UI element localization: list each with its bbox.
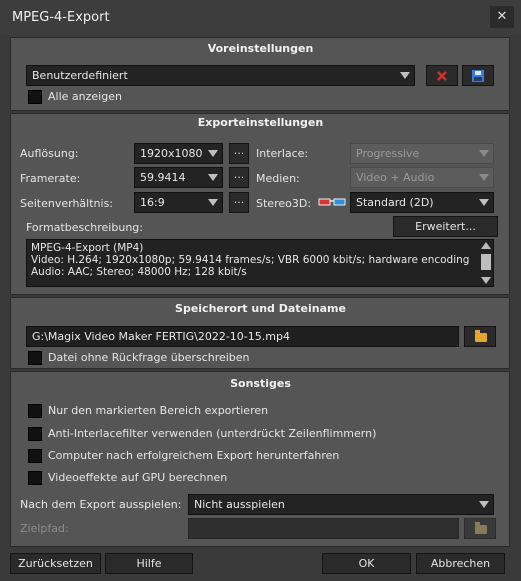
scroll-thumb[interactable] — [481, 254, 491, 270]
stereo-dropdown[interactable]: Standard (2D) — [350, 192, 494, 213]
option-label: Nur den markierten Bereich exportieren — [48, 404, 269, 417]
media-label: Medien: — [256, 172, 300, 185]
chevron-down-icon — [475, 168, 493, 187]
option-checkbox[interactable] — [28, 404, 42, 418]
scroll-up-icon[interactable] — [481, 242, 491, 249]
stereo-value: Standard (2D) — [356, 196, 434, 209]
format-line: Video: H.264; 1920x1080p; 59.9414 frames… — [31, 254, 470, 266]
interlace-value: Progressive — [356, 147, 420, 160]
option-checkbox[interactable] — [28, 471, 42, 485]
target-path-label: Zielpfad: — [20, 522, 69, 535]
presets-heading: Voreinstellungen — [207, 42, 314, 55]
scroll-down-icon[interactable] — [481, 277, 491, 284]
format-line: Audio: AAC; Stereo; 48000 Hz; 128 kbit/s — [31, 266, 247, 278]
path-input[interactable]: G:\Magix Video Maker FERTIG\2022-10-15.m… — [26, 326, 459, 347]
chevron-down-icon — [204, 144, 222, 163]
resolution-label: Auflösung: — [20, 147, 79, 160]
chevron-down-icon — [475, 495, 493, 514]
resolution-value: 1920x1080 — [140, 147, 203, 160]
save-icon — [472, 70, 484, 82]
location-heading: Speicherort und Dateiname — [175, 302, 346, 315]
preset-dropdown[interactable]: Benutzerdefiniert — [26, 65, 415, 86]
format-description-label: Formatbeschreibung: — [26, 221, 143, 234]
overwrite-label: Datei ohne Rückfrage überschreiben — [48, 351, 250, 364]
option-checkbox[interactable] — [28, 427, 42, 441]
framerate-value: 59.9414 — [140, 171, 186, 184]
overwrite-checkbox[interactable] — [28, 351, 42, 365]
aspect-label: Seitenverhältnis: — [20, 197, 114, 210]
browse-path-button[interactable] — [464, 326, 496, 347]
cancel-button[interactable]: Abbrechen — [416, 553, 505, 574]
chevron-down-icon — [204, 193, 222, 212]
ok-button[interactable]: OK — [322, 553, 411, 574]
help-button[interactable]: Hilfe — [105, 553, 193, 574]
folder-icon — [475, 330, 487, 342]
chevron-down-icon — [396, 66, 414, 85]
framerate-dropdown[interactable]: 59.9414 — [134, 167, 223, 188]
chevron-down-icon — [475, 144, 493, 163]
close-button[interactable]: ✕ — [490, 6, 514, 28]
show-all-label: Alle anzeigen — [48, 90, 122, 103]
framerate-more-button[interactable]: ... — [229, 167, 249, 188]
resolution-more-button[interactable]: ... — [229, 143, 249, 164]
option-label: Anti-Interlacefilter verwenden (unterdrü… — [48, 427, 377, 440]
option-label: Videoeffekte auf GPU berechnen — [48, 471, 228, 484]
option-label: Computer nach erfolgreichem Export herun… — [48, 449, 340, 462]
aspect-more-button[interactable]: ... — [229, 192, 249, 213]
after-export-value: Nicht ausspielen — [194, 498, 285, 511]
resolution-dropdown[interactable]: 1920x1080 — [134, 143, 223, 164]
misc-heading: Sonstiges — [230, 377, 291, 390]
folder-icon — [475, 522, 487, 534]
format-description-box: MPEG-4-Export (MP4) Video: H.264; 1920x1… — [26, 239, 494, 287]
aspect-value: 16:9 — [140, 196, 165, 209]
interlace-label: Interlace: — [256, 147, 309, 160]
window-title: MPEG-4-Export — [12, 10, 110, 25]
show-all-checkbox[interactable] — [28, 90, 42, 104]
delete-icon — [437, 71, 447, 81]
browse-target-button[interactable] — [464, 518, 496, 539]
stereo-label: Stereo3D: — [256, 197, 312, 210]
format-line: MPEG-4-Export (MP4) — [31, 242, 144, 254]
after-export-dropdown[interactable]: Nicht ausspielen — [188, 494, 494, 515]
framerate-label: Framerate: — [20, 172, 81, 185]
delete-preset-button[interactable] — [426, 65, 458, 86]
aspect-dropdown[interactable]: 16:9 — [134, 192, 223, 213]
chevron-down-icon — [475, 193, 493, 212]
reset-button[interactable]: Zurücksetzen — [10, 553, 101, 574]
media-value: Video + Audio — [356, 171, 435, 184]
after-export-label: Nach dem Export ausspielen: — [20, 498, 182, 511]
export-heading: Exporteinstellungen — [197, 116, 324, 129]
3d-glasses-icon — [318, 198, 346, 206]
chevron-down-icon — [204, 168, 222, 187]
media-dropdown[interactable]: Video + Audio — [350, 167, 494, 188]
advanced-button[interactable]: Erweitert... — [393, 216, 498, 237]
interlace-dropdown[interactable]: Progressive — [350, 143, 494, 164]
option-checkbox[interactable] — [28, 449, 42, 463]
preset-dropdown-value: Benutzerdefiniert — [32, 69, 128, 82]
save-preset-button[interactable] — [462, 65, 494, 86]
target-path-input[interactable] — [188, 518, 459, 539]
format-scrollbar[interactable] — [478, 240, 493, 286]
